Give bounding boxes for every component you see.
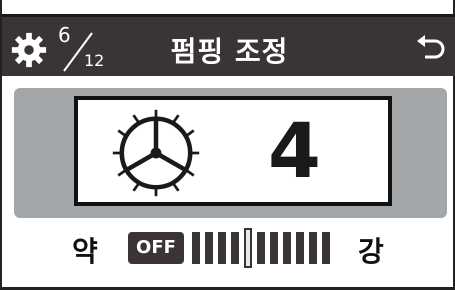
slider-tick-selected[interactable] (244, 228, 252, 268)
level-display: 4 (74, 96, 392, 206)
slider-tick[interactable] (270, 232, 278, 264)
slider-ticks[interactable] (192, 228, 338, 268)
back-arrow-icon[interactable] (415, 35, 447, 63)
slider-tick[interactable] (283, 232, 291, 264)
pumping-adjust-screen: 6 12 펌핑 조정 4 약 OFF 강 (0, 0, 455, 290)
slider-tick[interactable] (309, 232, 317, 264)
slider-tick[interactable] (257, 232, 265, 264)
slider-tick[interactable] (192, 232, 200, 264)
header-bar: 6 12 펌핑 조정 (2, 14, 455, 76)
level-slider-row: 약 OFF 강 (2, 222, 455, 274)
slider-tick[interactable] (205, 232, 213, 264)
slider-tick[interactable] (322, 232, 330, 264)
page-title: 펌핑 조정 (170, 35, 289, 68)
pump-wheel-icon (112, 109, 200, 197)
slider-tick[interactable] (231, 232, 239, 264)
level-panel: 4 (14, 88, 447, 218)
level-value: 4 (268, 106, 321, 195)
slider-tick[interactable] (218, 232, 226, 264)
level-slider[interactable]: OFF (128, 228, 338, 268)
off-button[interactable]: OFF (128, 232, 184, 264)
weak-label: 약 (72, 235, 98, 268)
strong-label: 강 (358, 235, 384, 268)
slider-tick[interactable] (296, 232, 304, 264)
